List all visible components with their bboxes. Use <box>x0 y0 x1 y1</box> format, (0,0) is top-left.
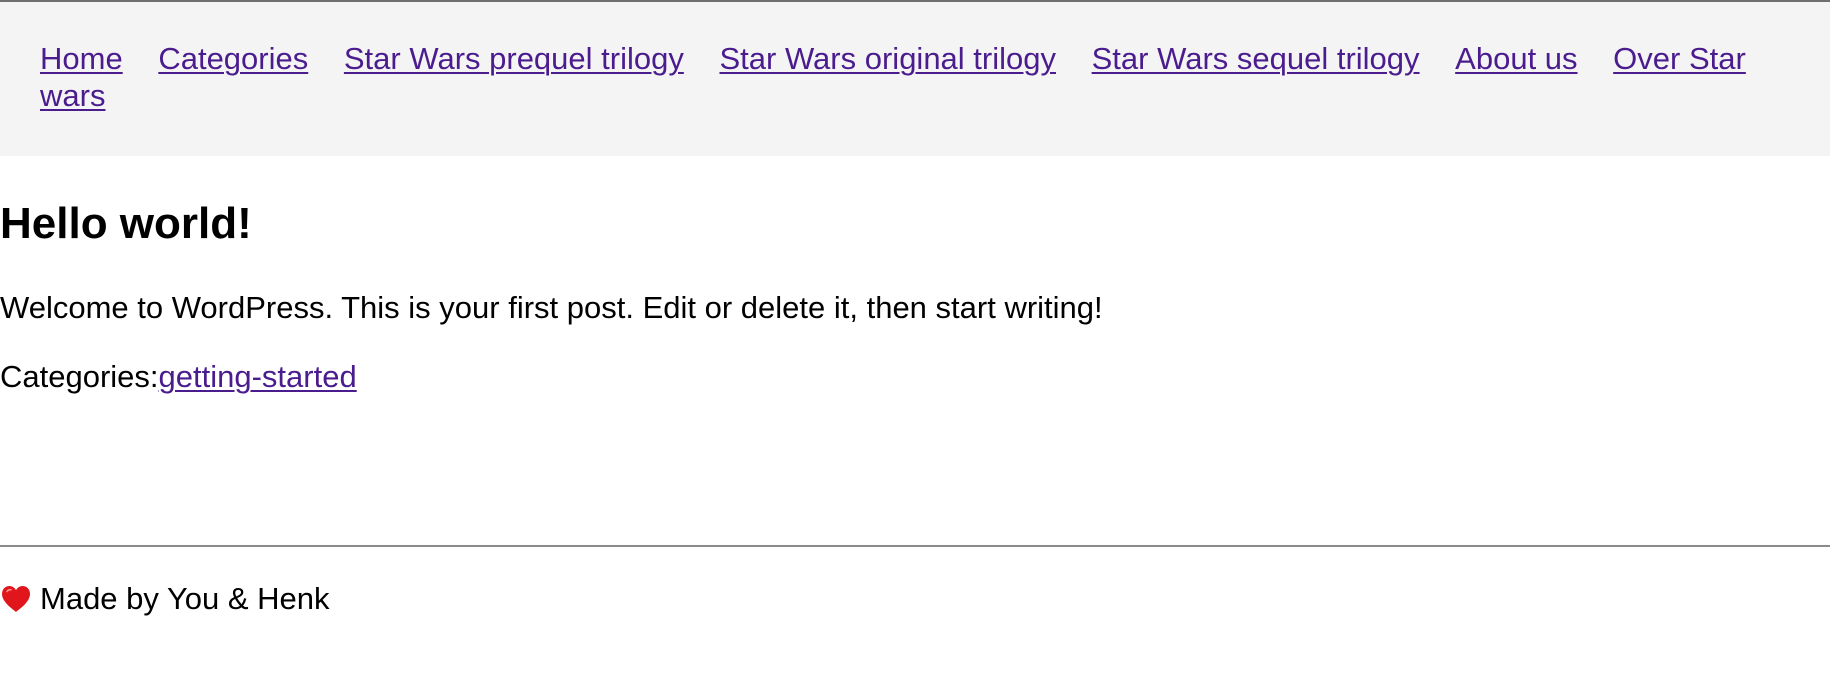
nav-link-sequel-trilogy[interactable]: Star Wars sequel trilogy <box>1092 41 1420 76</box>
nav-link-about-us[interactable]: About us <box>1455 41 1577 76</box>
nav-link-home[interactable]: Home <box>40 41 123 76</box>
nav-item-sequel-trilogy: Star Wars sequel trilogy <box>1092 41 1420 76</box>
nav-item-prequel-trilogy: Star Wars prequel trilogy <box>344 41 684 76</box>
nav-item-original-trilogy: Star Wars original trilogy <box>719 41 1056 76</box>
footer-divider <box>0 545 1830 547</box>
post-title: Hello world! <box>0 199 252 248</box>
nav-item-categories: Categories <box>158 41 308 76</box>
footer-text: Made by You & Henk <box>40 581 330 616</box>
nav-item-about-us: About us <box>1455 41 1577 76</box>
nav-link-categories[interactable]: Categories <box>158 41 308 76</box>
post-body: Welcome to WordPress. This is your first… <box>0 290 1103 325</box>
category-link-getting-started[interactable]: getting-started <box>159 359 357 394</box>
post-categories: Categories:getting-started <box>0 359 357 395</box>
heart-icon <box>0 584 32 614</box>
main-navigation: Home Categories Star Wars prequel trilog… <box>0 2 1830 156</box>
nav-link-prequel-trilogy[interactable]: Star Wars prequel trilogy <box>344 41 684 76</box>
nav-list: Home Categories Star Wars prequel trilog… <box>40 40 1790 114</box>
nav-item-home: Home <box>40 41 123 76</box>
site-footer: Made by You & Henk <box>0 581 330 617</box>
categories-label: Categories: <box>0 359 159 394</box>
nav-link-original-trilogy[interactable]: Star Wars original trilogy <box>719 41 1056 76</box>
